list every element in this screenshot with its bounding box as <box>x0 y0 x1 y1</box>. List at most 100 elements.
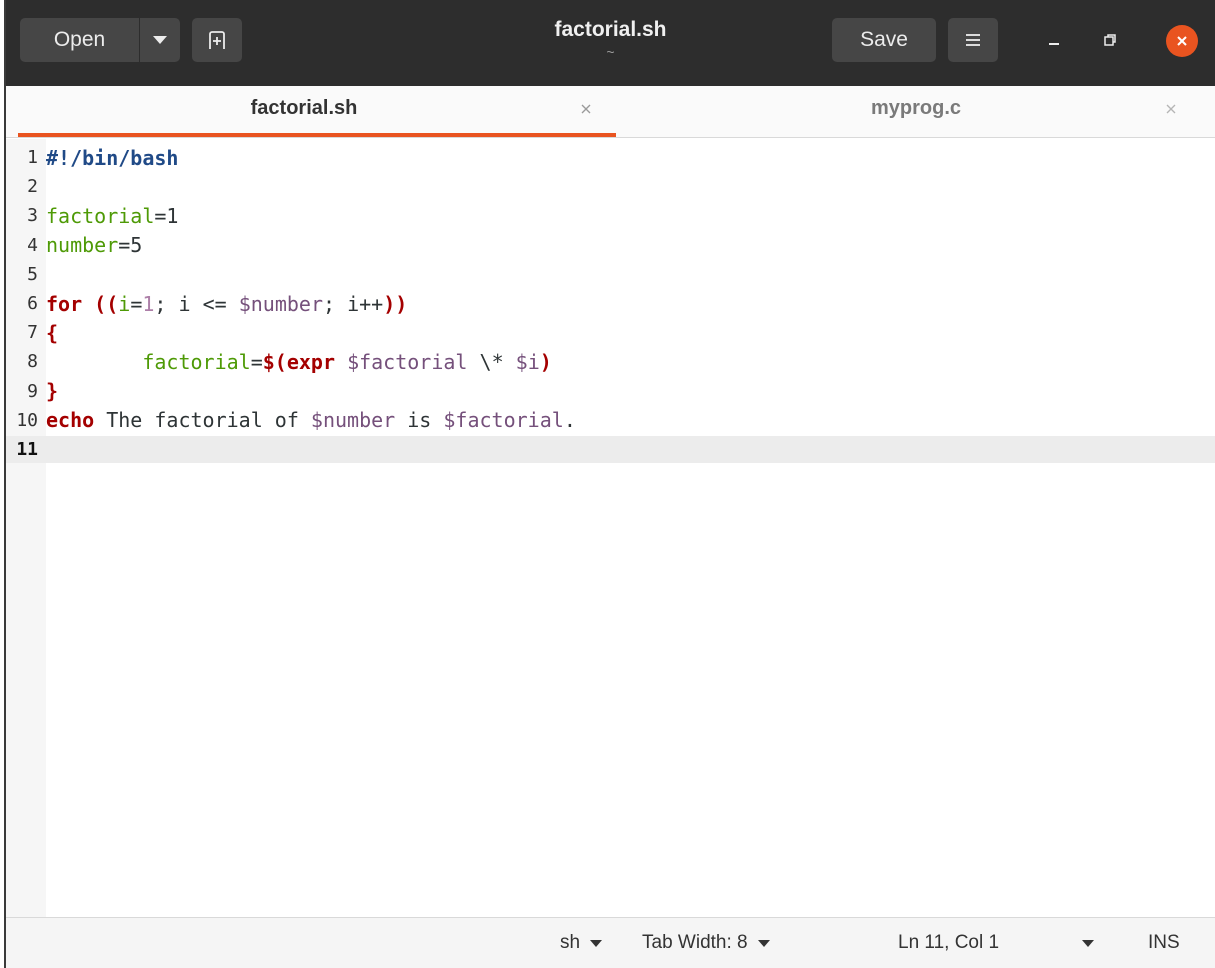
restore-icon <box>1104 34 1116 46</box>
line-code: factorial=$(expr $factorial \* $i) <box>42 349 552 374</box>
cursor-position[interactable]: Ln 11, Col 1 <box>898 918 999 968</box>
line-code: } <box>42 379 58 403</box>
tab-label: myprog.c <box>870 97 962 119</box>
new-document-icon <box>209 31 225 49</box>
code-line[interactable]: 4 number=5 <box>6 232 1215 259</box>
code-token: $number <box>238 291 323 316</box>
cursor-position-label: Ln 11, Col 1 <box>898 932 1000 953</box>
code-line[interactable]: 1 #!/bin/bash <box>6 144 1215 171</box>
code-line[interactable]: 9} <box>6 378 1215 405</box>
code-line[interactable]: 8 factorial=$(expr $factorial \* $i) <box>6 348 1215 375</box>
tab-myprog-c[interactable]: myprog.c <box>618 86 1214 138</box>
position-dropdown[interactable] <box>1082 918 1094 968</box>
chevron-down-icon <box>1082 939 1094 947</box>
code-token: (( <box>94 291 119 316</box>
code-token: $( <box>262 349 287 374</box>
tab-close-button[interactable] <box>1156 94 1186 124</box>
line-number: 5 <box>27 263 38 285</box>
tab-width-selector[interactable]: Tab Width: 8 <box>642 918 770 968</box>
code-token: )) <box>383 291 408 316</box>
line-number: 10 <box>16 409 38 431</box>
hamburger-menu-button[interactable] <box>948 18 998 62</box>
hamburger-icon <box>966 34 980 46</box>
code-token: $factorial <box>347 349 468 374</box>
tab-close-button[interactable] <box>571 94 601 124</box>
code-token: #!/bin/bash <box>46 145 179 170</box>
code-line[interactable]: 3 factorial=1 <box>6 202 1215 229</box>
code-line[interactable]: 10 echo The factorial of $number is $fact… <box>6 407 1215 434</box>
code-token: =5 <box>118 233 143 258</box>
line-number: 8 <box>27 351 38 373</box>
code-token: number <box>46 233 119 258</box>
open-button[interactable]: Open <box>20 18 140 62</box>
code-line[interactable]: 11 <box>6 436 1215 463</box>
tab-width-label: Tab Width: 8 <box>642 932 748 953</box>
code-token: { <box>46 320 59 345</box>
code-token: = <box>250 349 263 374</box>
status-bar: sh Tab Width: 8 Ln 11, Col 1 INS <box>6 917 1215 968</box>
language-selector[interactable]: sh <box>560 918 603 968</box>
code-token: . <box>563 408 576 433</box>
tab-label: factorial.sh <box>250 97 358 119</box>
minimize-button[interactable] <box>1036 18 1072 62</box>
code-token: ) <box>539 349 552 374</box>
chevron-down-icon <box>757 939 770 947</box>
close-icon <box>581 104 591 114</box>
code-token: \* <box>467 349 516 374</box>
code-token: } <box>46 379 59 404</box>
insert-mode-label: INS <box>1148 932 1180 953</box>
tab-factorial-sh[interactable]: factorial.sh <box>6 86 602 138</box>
new-tab-button[interactable] <box>192 18 242 62</box>
close-icon <box>1166 104 1176 114</box>
code-token: ; i++ <box>323 291 384 316</box>
text-editor[interactable]: 1 #!/bin/bash 2 3 factorial=1 4 number=5 5 6 for … <box>6 139 1215 917</box>
line-code: factorial=1 <box>42 204 178 228</box>
code-line[interactable]: 2 <box>6 173 1215 200</box>
save-button[interactable]: Save <box>832 18 936 62</box>
gedit-window: Open factorial.sh ~ Save factorial.sh my… <box>4 0 1215 968</box>
line-number: 7 <box>27 322 38 344</box>
code-token: for <box>46 291 83 316</box>
code-token: $i <box>515 349 540 374</box>
line-code: echo The factorial of $number is $factor… <box>42 408 576 432</box>
window-title: factorial.sh <box>554 18 667 41</box>
line-code: #!/bin/bash <box>42 146 178 170</box>
language-label: sh <box>560 932 581 953</box>
document-tab-bar: factorial.sh myprog.c <box>6 86 1215 138</box>
code-token: factorial <box>142 349 251 374</box>
close-icon <box>1177 36 1187 46</box>
title-block: factorial.sh ~ <box>6 0 1215 86</box>
line-number: 3 <box>27 205 38 227</box>
code-token: $factorial <box>443 408 564 433</box>
code-line[interactable]: 5 <box>6 261 1215 288</box>
code-token: The factorial of <box>94 408 311 433</box>
chevron-down-icon <box>590 939 603 947</box>
open-recent-dropdown[interactable] <box>140 18 180 62</box>
maximize-button[interactable] <box>1092 18 1128 62</box>
line-code: number=5 <box>42 233 142 257</box>
code-token: $number <box>310 408 396 433</box>
code-token: expr <box>286 349 336 374</box>
line-number: 1 <box>27 147 38 168</box>
code-line[interactable]: 7{ <box>6 319 1215 346</box>
window-subtitle: ~ <box>606 44 615 60</box>
line-code: for ((i=1; i <= $number; i++)) <box>42 292 407 316</box>
line-number: 6 <box>27 293 38 314</box>
code-token: = <box>130 291 143 316</box>
line-number: 11 <box>16 439 38 460</box>
code-token: echo <box>46 408 95 433</box>
open-button-group: Open <box>20 18 180 62</box>
code-token: factorial <box>46 203 155 228</box>
code-line[interactable]: 6 for ((i=1; i <= $number; i++)) <box>6 290 1215 317</box>
code-token: i <box>118 291 131 316</box>
line-number: 4 <box>27 234 38 256</box>
insert-mode-indicator[interactable]: INS <box>1148 918 1180 968</box>
chevron-down-icon <box>153 36 167 44</box>
close-window-button[interactable] <box>1166 25 1198 57</box>
code-token: 1 <box>142 291 155 316</box>
header-bar: Open factorial.sh ~ Save <box>6 0 1215 86</box>
line-number: 2 <box>27 176 38 198</box>
